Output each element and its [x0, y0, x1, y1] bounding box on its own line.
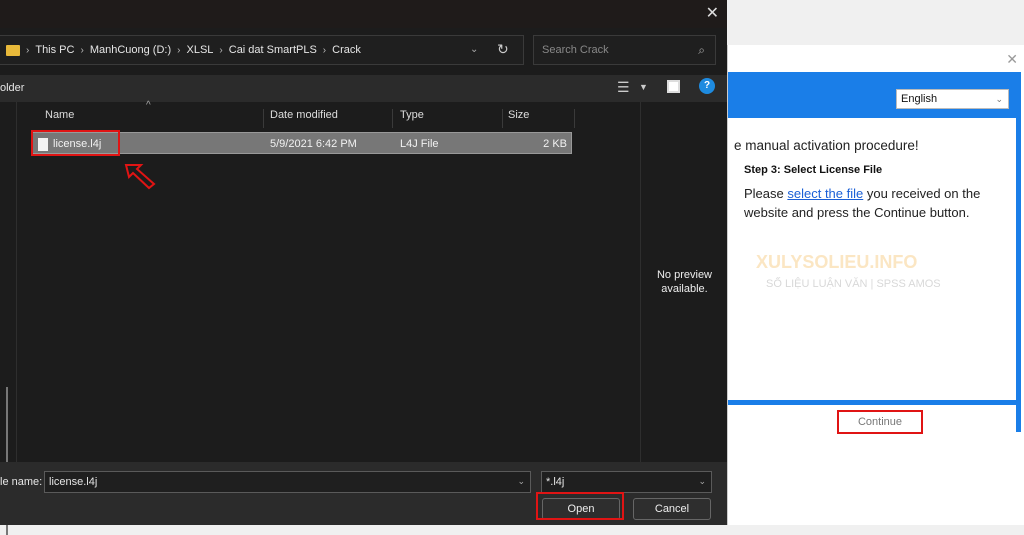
watermark-title: XULYSOLIEU.INFO	[756, 252, 918, 272]
breadcrumb-drive[interactable]: ManhCuong (D:)	[90, 44, 171, 56]
column-date-modified[interactable]: Date modified	[270, 109, 393, 128]
annotation-highlight	[536, 492, 624, 520]
file-date: 5/9/2021 6:42 PM	[270, 138, 357, 150]
breadcrumb-smartpls[interactable]: Cai dat SmartPLS	[229, 44, 317, 56]
file-size: 2 KB	[543, 138, 567, 150]
chevron-down-icon: ⌄	[995, 94, 1003, 104]
language-value: English	[901, 93, 938, 105]
annotation-arrow-icon	[124, 164, 156, 190]
chevron-right-icon: ›	[26, 44, 30, 56]
button-row: Continue	[728, 405, 1016, 434]
breadcrumb-crack[interactable]: Crack	[332, 44, 361, 56]
breadcrumb-this-pc[interactable]: This PC	[35, 44, 74, 56]
help-icon[interactable]: ?	[699, 78, 715, 94]
preview-pane: No preview available.	[640, 102, 727, 462]
instructions-panel: e manual activation procedure! Step 3: S…	[728, 118, 1016, 400]
no-preview-text: No preview available.	[656, 269, 713, 295]
activation-window: ✕ English ⌄ e manual activation procedur…	[727, 45, 1024, 525]
cancel-button[interactable]: Cancel	[633, 498, 711, 520]
title-bar: ✕	[0, 0, 727, 28]
toolbar: older ☰ ▼ ?	[0, 75, 727, 102]
folder-icon	[6, 44, 20, 56]
step-title: Step 3: Select License File	[744, 164, 883, 176]
heading: e manual activation procedure!	[734, 138, 919, 153]
close-icon[interactable]: ✕	[706, 3, 719, 23]
caret-down-icon[interactable]: ▼	[639, 82, 648, 92]
view-details-icon[interactable]: ☰	[617, 79, 630, 96]
continue-button[interactable]: Continue	[837, 410, 923, 434]
chevron-down-icon: ⌄	[698, 476, 706, 486]
column-size[interactable]: Size	[508, 109, 575, 128]
chevron-right-icon: ›	[219, 44, 223, 56]
open-file-dialog: ✕ › This PC › ManhCuong (D:) › XLSL › Ca…	[0, 0, 727, 535]
search-input[interactable]: Search Crack ⌕	[533, 35, 716, 65]
watermark-subtitle: SỐ LIỆU LUẬN VĂN | SPSS AMOS	[766, 278, 941, 290]
activation-content: English ⌄ e manual activation procedure!…	[728, 72, 1021, 434]
close-icon[interactable]: ✕	[1006, 51, 1018, 68]
file-name-label: le name:	[0, 476, 43, 488]
file-type-value: *.l4j	[546, 476, 565, 488]
navigation-pane	[0, 102, 17, 535]
language-select[interactable]: English ⌄	[896, 89, 1009, 109]
new-folder-button[interactable]: older	[0, 82, 24, 94]
preview-pane-icon[interactable]	[667, 80, 680, 93]
annotation-highlight	[31, 130, 120, 156]
chevron-down-icon[interactable]: ⌄	[470, 44, 478, 55]
column-headers: ^ Name Date modified Type Size	[18, 100, 640, 128]
search-icon: ⌕	[698, 43, 705, 57]
chevron-right-icon: ›	[322, 44, 327, 56]
instruction-text: Please select the file you received on t…	[744, 184, 1004, 222]
select-file-link[interactable]: select the file	[787, 186, 863, 201]
refresh-icon[interactable]: ↻	[497, 41, 509, 58]
column-type[interactable]: Type	[400, 109, 503, 128]
breadcrumb-xlsl[interactable]: XLSL	[186, 44, 213, 56]
file-type-select[interactable]: *.l4j ⌄	[541, 471, 712, 493]
instruction-pre: Please	[744, 186, 788, 201]
chevron-down-icon[interactable]: ⌄	[517, 476, 525, 487]
search-placeholder: Search Crack	[542, 44, 609, 56]
chevron-right-icon: ›	[80, 44, 84, 56]
chevron-right-icon: ›	[177, 44, 181, 56]
file-name-input[interactable]: license.l4j ⌄	[44, 471, 531, 493]
column-name[interactable]: Name	[45, 109, 264, 128]
file-type: L4J File	[400, 138, 439, 150]
address-bar[interactable]: › This PC › ManhCuong (D:) › XLSL › Cai …	[0, 35, 524, 65]
file-name-value: license.l4j	[49, 476, 98, 488]
